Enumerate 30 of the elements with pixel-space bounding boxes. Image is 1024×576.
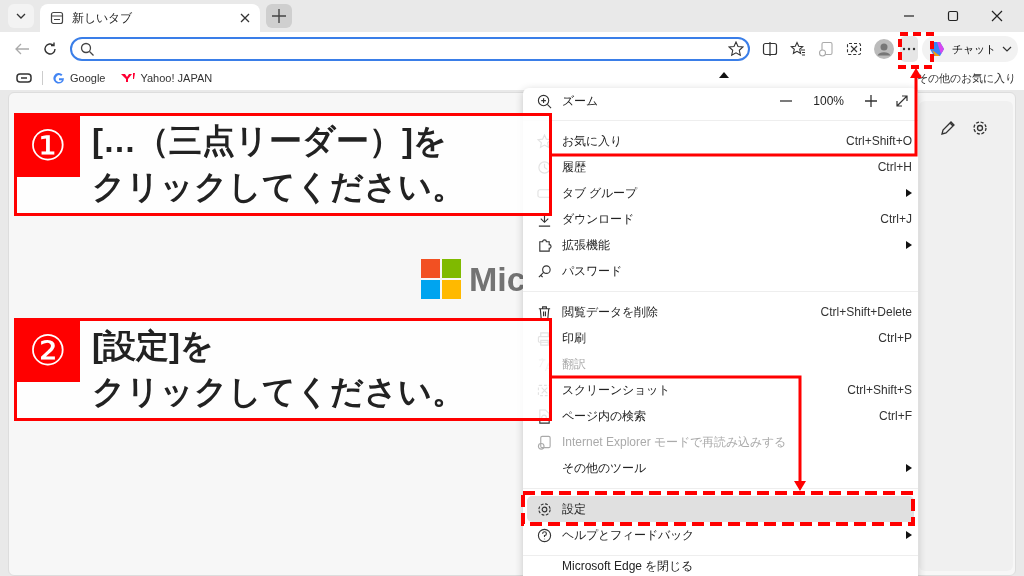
step-number: ② (16, 320, 80, 382)
other-favorites-link[interactable]: その他のお気に入り (917, 70, 1016, 86)
menu-item[interactable]: Microsoft Edge を閉じる (523, 558, 918, 575)
menu-item[interactable]: 閲覧データを削除 Ctrl+Shift+Delete (523, 299, 918, 325)
instruction-text: […（三点リーダー）]を (92, 121, 448, 161)
menu-item[interactable]: 設定 (527, 496, 914, 522)
shortcut-text: Ctrl+Shift+Delete (820, 305, 912, 319)
shortcut-text: Ctrl+J (880, 212, 912, 226)
menu-item-label: ズーム (562, 92, 598, 110)
menu-item[interactable]: パスワード (523, 258, 918, 284)
logo-text: Mic (469, 259, 526, 299)
instruction-text: クリックしてください。 (92, 372, 465, 412)
bookmark-link[interactable]: Google (53, 72, 106, 84)
tab-title: 新しいタブ (72, 9, 132, 27)
shortcut-text: Ctrl+F (879, 409, 912, 423)
chat-button[interactable]: チャット (922, 36, 1018, 62)
menu-item[interactable]: 拡張機能 (523, 232, 918, 258)
instruction-text: [設定]を (92, 326, 215, 366)
bookmark-link[interactable]: Yahoo! JAPAN (121, 72, 213, 84)
browser-tab[interactable]: 新しいタブ (40, 4, 260, 32)
shortcut-text: Ctrl+H (877, 160, 912, 174)
step-number: ① (16, 115, 80, 177)
menu-item[interactable]: ヘルプとフィードバック (523, 522, 918, 548)
menu-item[interactable]: その他のツール (523, 455, 918, 481)
instruction-text: クリックしてください。 (92, 167, 465, 207)
shortcut-text: Ctrl+Shift+O (845, 134, 912, 148)
shortcut-text: Ctrl+Shift+S (847, 383, 912, 397)
zoom-level: 100% (813, 94, 844, 108)
menu-item[interactable]: ダウンロード Ctrl+J (523, 206, 918, 232)
shortcut-text: Ctrl+P (878, 331, 912, 345)
